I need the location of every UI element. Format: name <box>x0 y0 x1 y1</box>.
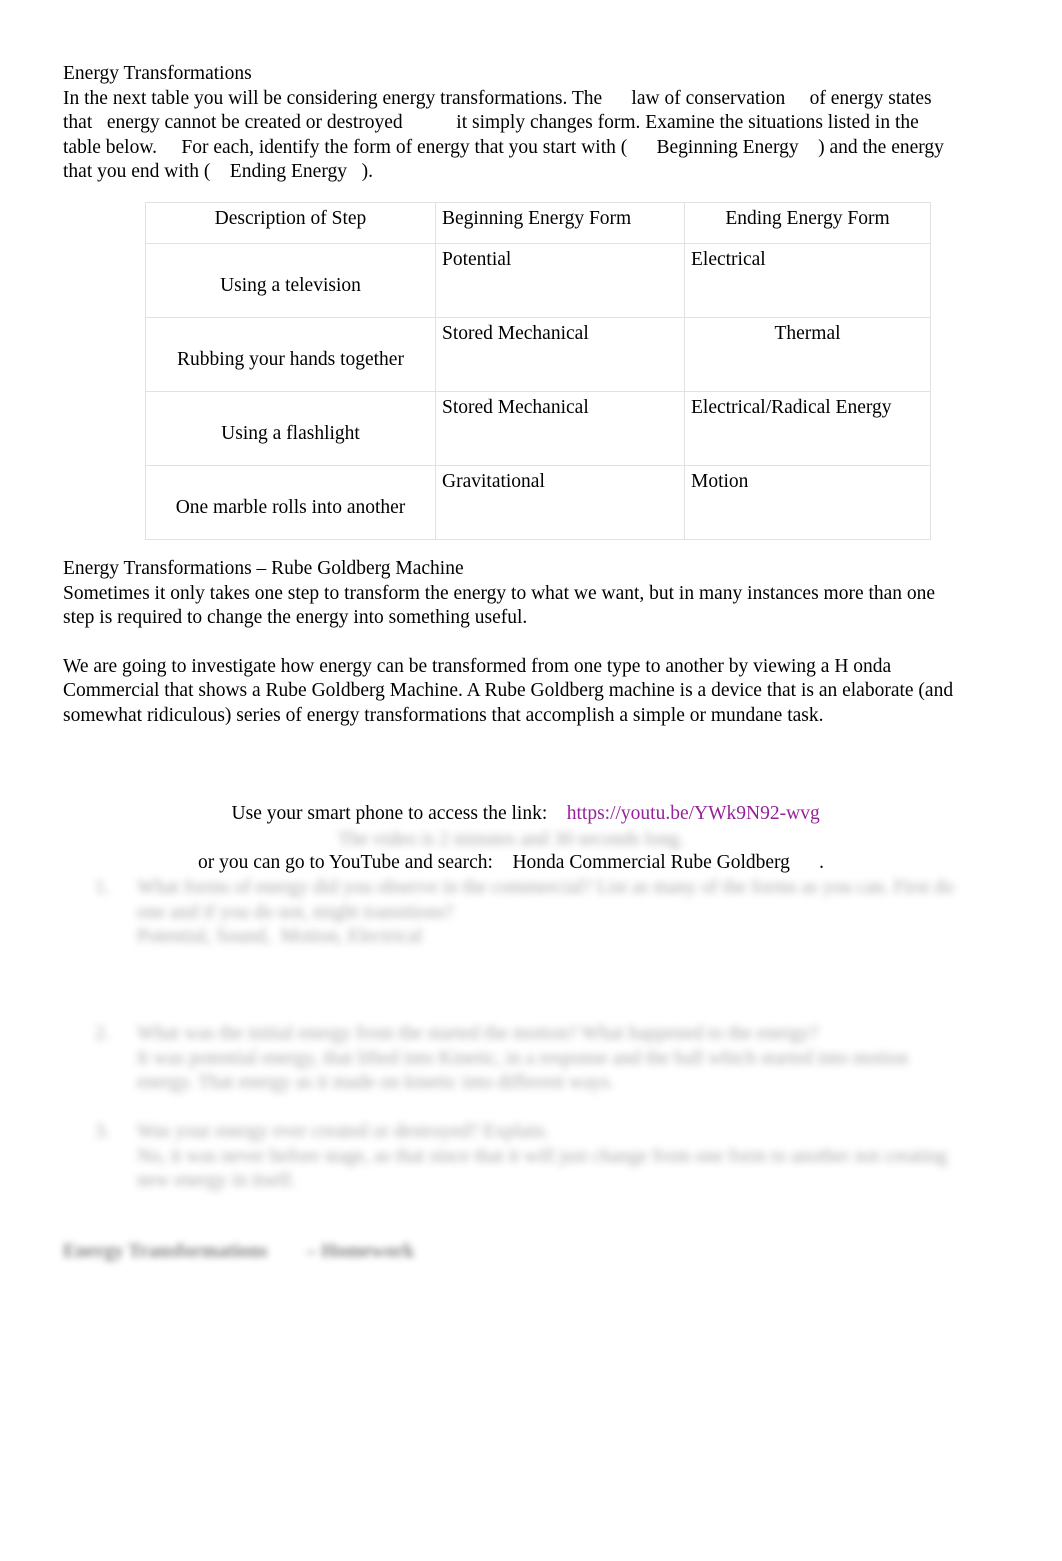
link-instruction-text: Use your smart phone to access the link: <box>231 802 567 824</box>
question-1: 1. What forms of energy did you observe … <box>95 876 961 950</box>
row-2-ending-energy: Thermal <box>774 323 841 344</box>
rube-goldberg-heading: Energy Transformations – Rube Goldberg M… <box>63 558 464 579</box>
table-row: One marble rolls into another Gravitatio… <box>145 465 931 540</box>
table-row: Rubbing your hands together Stored Mecha… <box>145 317 931 392</box>
header-description-label: Description of Step <box>214 208 367 229</box>
link-line-2-search-instruction: or you can go to YouTube and search: Hon… <box>197 851 825 873</box>
question-2-prompt: What was the initial energy from the sta… <box>137 1023 819 1044</box>
question-1-body: What forms of energy did you observe in … <box>137 876 961 950</box>
cell-ending-1[interactable]: Electrical <box>684 243 931 318</box>
row-4-description: One marble rolls into another <box>175 497 406 518</box>
question-3-body: Was your energy ever created or destroye… <box>137 1120 961 1194</box>
cell-ending-4[interactable]: Motion <box>684 465 931 540</box>
header-cell-ending: Ending Energy Form <box>684 202 931 244</box>
page-title: Energy Transformations <box>63 63 252 84</box>
question-2-body: What was the initial energy from the sta… <box>137 1022 961 1096</box>
row-2-description: Rubbing your hands together <box>177 349 404 370</box>
row-1-description: Using a television <box>220 275 361 296</box>
energy-transformations-table: Description of Step Beginning Energy For… <box>145 202 931 540</box>
intro-section: Energy Transformations In the next table… <box>63 62 959 185</box>
cell-ending-2[interactable]: Thermal <box>684 317 931 392</box>
youtube-video-link[interactable]: https://youtu.be/YWk9N92-wvg <box>567 803 820 824</box>
question-1-number: 1. <box>95 877 110 898</box>
cell-beginning-1[interactable]: Potential <box>435 243 685 318</box>
row-4-beginning-energy: Gravitational <box>442 471 545 492</box>
question-2-number: 2. <box>95 1023 110 1044</box>
header-cell-description: Description of Step <box>145 202 436 244</box>
homework-section-heading: Energy Transformations – Homework <box>63 1241 415 1262</box>
question-3: 3. Was your energy ever created or destr… <box>95 1120 961 1194</box>
table-row: Using a flashlight Stored Mechanical Ele… <box>145 391 931 466</box>
row-2-beginning-energy: Stored Mechanical <box>442 323 589 344</box>
row-1-beginning-energy: Potential <box>442 249 512 270</box>
cell-ending-3[interactable]: Electrical/Radical Energy <box>684 391 931 466</box>
cell-beginning-4[interactable]: Gravitational <box>435 465 685 540</box>
row-3-beginning-energy: Stored Mechanical <box>442 397 589 418</box>
cell-description-1: Using a television <box>145 243 436 318</box>
rube-goldberg-paragraph-2: We are going to investigate how energy c… <box>63 655 958 726</box>
video-length-text: The video is 2 minutes and 30 seconds lo… <box>337 829 685 850</box>
header-ending-label: Ending Energy Form <box>725 208 890 229</box>
question-2-answer[interactable]: It was potential energy, that lifted int… <box>137 1047 961 1096</box>
row-1-ending-energy: Electrical <box>691 249 766 270</box>
cell-beginning-3[interactable]: Stored Mechanical <box>435 391 685 466</box>
question-3-answer[interactable]: No, it was never before stage, as that s… <box>137 1145 961 1194</box>
question-3-number: 3. <box>95 1121 110 1142</box>
energy-table-wrapper: Description of Step Beginning Energy For… <box>145 202 931 540</box>
question-2: 2. What was the initial energy from the … <box>95 1022 961 1096</box>
table-row: Using a television Potential Electrical <box>145 243 931 318</box>
rube-goldberg-section: Energy Transformations – Rube Goldberg M… <box>63 557 959 729</box>
video-link-block: Use your smart phone to access the link:… <box>63 777 959 875</box>
cell-description-4: One marble rolls into another <box>145 465 436 540</box>
question-3-prompt: Was your energy ever created or destroye… <box>137 1121 549 1142</box>
cell-beginning-2[interactable]: Stored Mechanical <box>435 317 685 392</box>
question-1-answer[interactable]: Potential, Sound, Motion, Electrical <box>137 925 961 950</box>
document-page: Energy Transformations In the next table… <box>0 0 1062 1561</box>
row-4-ending-energy: Motion <box>691 471 749 492</box>
header-cell-beginning: Beginning Energy Form <box>435 202 685 244</box>
intro-paragraph: In the next table you will be considerin… <box>63 87 949 183</box>
video-length-note-obscured: The video is 2 minutes and 30 seconds lo… <box>63 828 959 853</box>
cell-description-2: Rubbing your hands together <box>145 317 436 392</box>
rube-goldberg-paragraph-1: Sometimes it only takes one step to tran… <box>63 582 940 629</box>
row-3-description: Using a flashlight <box>221 423 360 444</box>
cell-description-3: Using a flashlight <box>145 391 436 466</box>
row-3-ending-energy: Electrical/Radical Energy <box>691 397 892 418</box>
question-1-prompt: What forms of energy did you observe in … <box>137 877 959 923</box>
table-header-row: Description of Step Beginning Energy For… <box>145 202 931 244</box>
header-beginning-label: Beginning Energy Form <box>442 208 632 229</box>
